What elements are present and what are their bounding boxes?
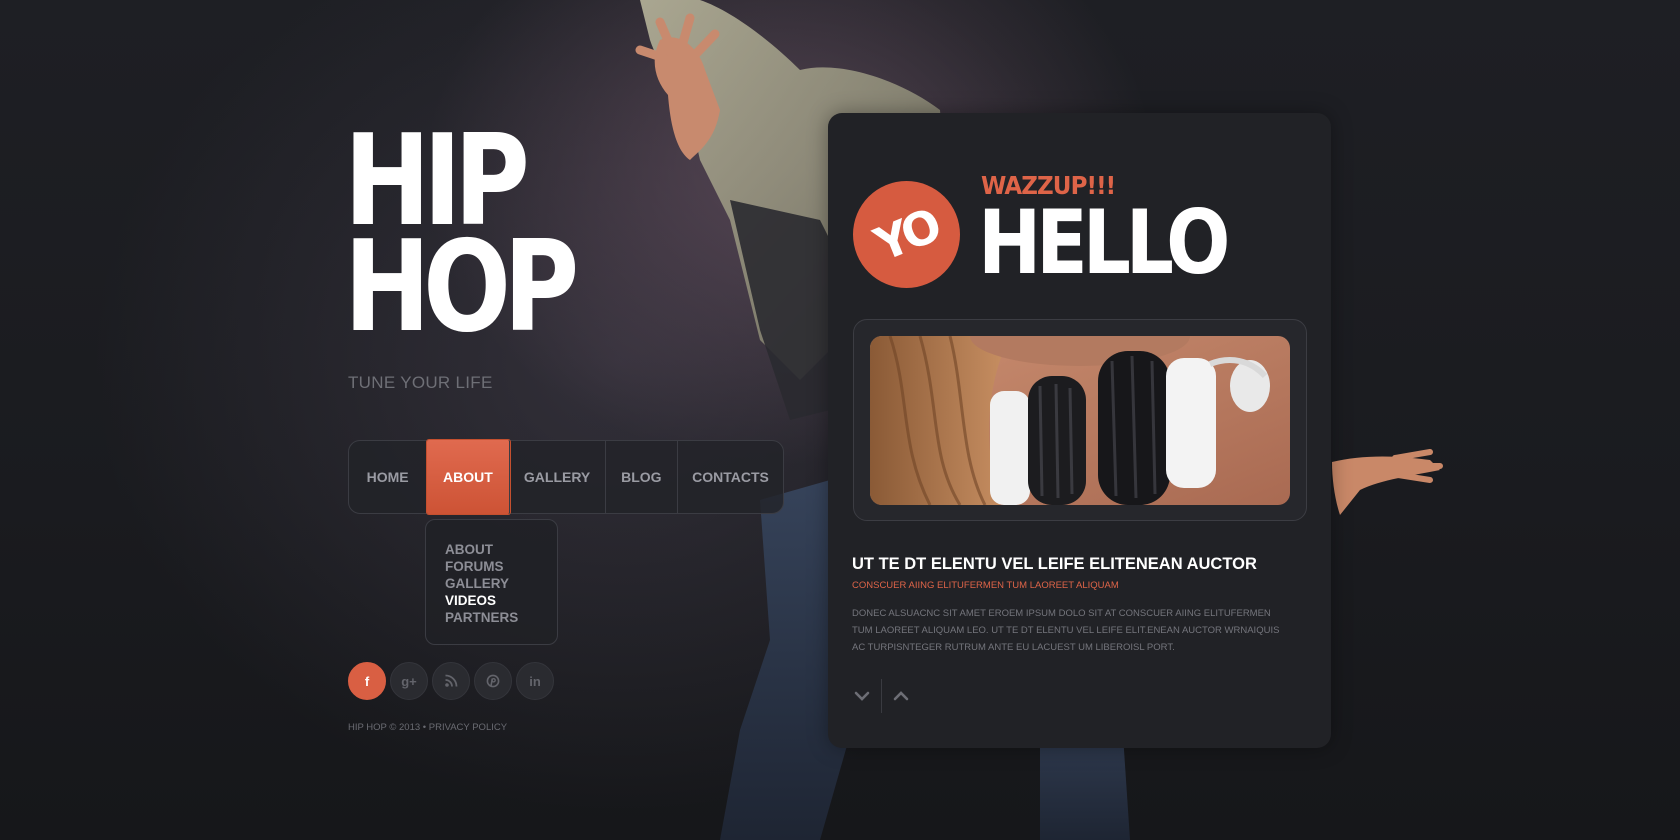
panel-headline: HELLO	[978, 191, 1230, 294]
submenu-item-gallery[interactable]: GALLERY	[445, 575, 557, 592]
nav-item-gallery[interactable]: GALLERY	[510, 441, 606, 513]
post-subtitle: CONSCUER AIING ELITUFERMEN TUM LAOREET A…	[852, 580, 1119, 591]
logo-line-2: HOP	[344, 213, 579, 360]
main-navigation: HOME ABOUT GALLERY BLOG CONTACTS	[348, 440, 784, 514]
nav-item-home[interactable]: HOME	[349, 441, 428, 513]
pinterest-icon[interactable]	[474, 662, 512, 700]
post-title[interactable]: UT TE DT ELENTU VEL LEIFE ELITENEAN AUCT…	[852, 555, 1312, 574]
submenu-item-videos[interactable]: VIDEOS	[445, 592, 557, 609]
yo-badge-text: YO	[867, 197, 946, 272]
linkedin-icon[interactable]: in	[516, 662, 554, 700]
content-panel: YO WAZZUP!!! HELLO UT TE DT ELENTU VEL L…	[828, 113, 1331, 748]
post-body: DONEC ALSUACNC SIT AMET EROEM IPSUM DOLO…	[852, 608, 1280, 653]
privacy-policy-link[interactable]: PRIVACY POLICY	[429, 722, 507, 733]
site-logo[interactable]: HIP HOP	[344, 118, 579, 360]
pager-controls	[850, 679, 913, 713]
submenu-item-partners[interactable]: PARTNERS	[445, 609, 557, 626]
copyright-text: HIP HOP © 2013 •	[348, 722, 427, 733]
nav-item-blog[interactable]: BLOG	[606, 441, 678, 513]
tagline: TUNE YOUR LIFE	[348, 373, 493, 392]
facebook-icon[interactable]: f	[348, 662, 386, 700]
featured-image-frame	[853, 319, 1307, 521]
social-links: f g+ in	[348, 662, 554, 700]
yo-badge: YO	[853, 181, 960, 288]
rss-icon[interactable]	[432, 662, 470, 700]
nav-item-about[interactable]: ABOUT	[427, 440, 510, 514]
chevron-down-icon[interactable]	[850, 679, 874, 713]
footer: HIP HOP © 2013 • PRIVACY POLICY	[348, 722, 507, 733]
google-plus-icon[interactable]: g+	[390, 662, 428, 700]
chevron-up-icon[interactable]	[889, 679, 913, 713]
page: HIP HOP TUNE YOUR LIFE HOME ABOUT GALLER…	[0, 0, 1680, 840]
pager-divider	[881, 679, 882, 713]
headphones-image[interactable]	[870, 336, 1290, 505]
submenu-item-forums[interactable]: FORUMS	[445, 558, 557, 575]
nav-item-contacts[interactable]: CONTACTS	[678, 441, 783, 513]
about-dropdown-menu: ABOUT FORUMS GALLERY VIDEOS PARTNERS	[425, 519, 558, 645]
submenu-item-about[interactable]: ABOUT	[445, 541, 557, 558]
